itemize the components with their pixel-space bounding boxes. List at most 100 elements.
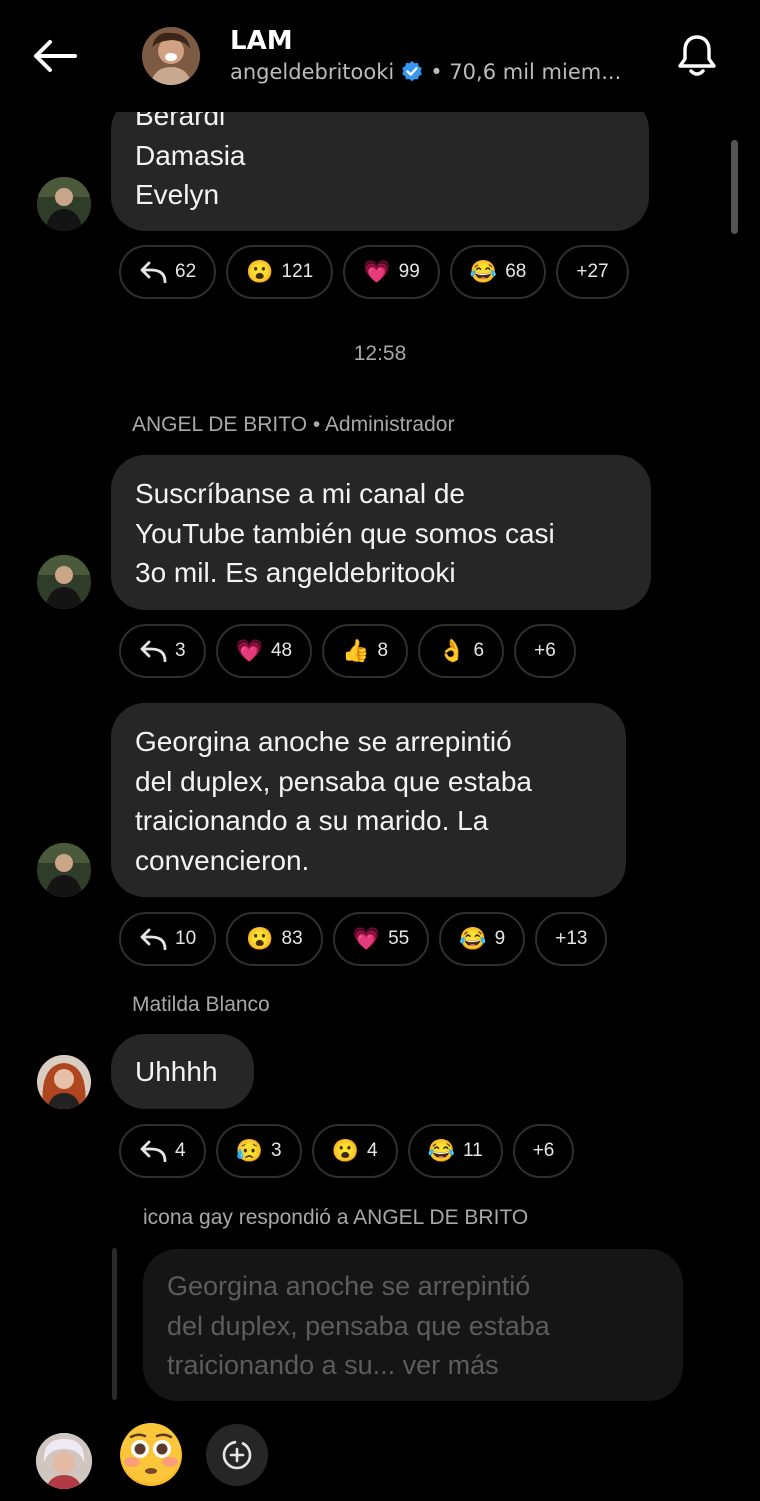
reply-icon <box>139 1140 167 1162</box>
message-line: YouTube también que somos casi <box>135 517 555 549</box>
message-line: Georgina anoche se arrepintió <box>135 726 512 757</box>
chat-header: LAM angeldebritooki • 70,6 mil miem... <box>0 0 760 112</box>
reaction-row: 3 💗 48 👍 8 👌 6 +6 <box>119 624 576 678</box>
sender-avatar[interactable] <box>37 1055 91 1109</box>
reply-label: icona gay respondió a ANGEL DE BRITO <box>143 1206 529 1229</box>
reaction-chip[interactable]: 👍 8 <box>322 624 409 678</box>
reaction-count: 99 <box>398 261 420 282</box>
reaction-chip[interactable]: 😂 9 <box>439 912 526 966</box>
more-reactions-chip[interactable]: +27 <box>556 245 629 299</box>
ok-hand-emoji-icon: 👌 <box>438 638 466 663</box>
timestamp: 12:58 <box>353 342 407 365</box>
message-line: traicionando a su marido. La <box>135 805 489 836</box>
reaction-count: 4 <box>175 1140 186 1161</box>
reaction-count: 10 <box>175 928 197 949</box>
reaction-chip[interactable]: 😮 121 <box>226 245 334 299</box>
add-reaction-button[interactable] <box>206 1424 268 1486</box>
sender-avatar[interactable] <box>37 843 91 897</box>
bell-icon <box>678 35 716 76</box>
scrollbar[interactable] <box>731 140 738 234</box>
sender-name: Matilda Blanco <box>132 993 270 1016</box>
reply-icon <box>139 640 167 662</box>
message-line: Uhhhh <box>135 1056 218 1087</box>
reaction-count: 6 <box>473 640 485 661</box>
reaction-row: 62 😮 121 💗 99 😂 68 +27 <box>119 245 629 299</box>
channel-subtitle[interactable]: angeldebritooki • 70,6 mil miem... <box>230 60 630 84</box>
reply-count-chip[interactable]: 3 <box>119 624 206 678</box>
reaction-chip[interactable]: 😮 83 <box>226 912 323 966</box>
back-button[interactable] <box>28 32 80 80</box>
message-bubble[interactable]: Berardi Damasia Evelyn <box>111 96 649 231</box>
reaction-count: 8 <box>377 640 389 661</box>
sad-relieved-emoji-icon: 😥 <box>235 1138 263 1163</box>
message-line: Suscríbanse a mi canal de <box>135 478 465 509</box>
reaction-count: 48 <box>270 640 293 661</box>
thumbs-up-emoji-icon: 👍 <box>342 638 370 663</box>
reaction-count: 11 <box>462 1140 483 1161</box>
reaction-chip[interactable]: 💗 48 <box>215 624 313 678</box>
reply-icon <box>139 928 167 950</box>
reaction-count: 3 <box>270 1140 282 1161</box>
message-line: Evelyn <box>135 179 220 210</box>
reply-icon <box>139 261 167 283</box>
reaction-count: 68 <box>505 261 527 282</box>
reply-count-chip[interactable]: 4 <box>119 1124 206 1178</box>
quoted-line: Georgina anoche se arrepintió <box>167 1271 531 1301</box>
reaction-count: 9 <box>494 928 506 949</box>
heart-emoji-icon: 💗 <box>235 638 263 663</box>
sender-avatar[interactable] <box>37 177 91 231</box>
message-line: del duplex, pensaba que estaba <box>135 765 532 797</box>
message-bubble[interactable]: Georgina anoche se arrepintió del duplex… <box>111 703 626 897</box>
group-name[interactable]: LAM <box>230 26 293 56</box>
more-reactions-chip[interactable]: +6 <box>514 624 576 678</box>
more-reactions-label: +6 <box>532 1140 555 1161</box>
channel-handle: angeldebritooki <box>230 60 395 84</box>
sender-avatar[interactable] <box>36 1433 92 1489</box>
more-reactions-label: +6 <box>534 640 556 661</box>
reaction-count: 55 <box>388 928 410 949</box>
message-line: convencieron. <box>135 844 310 876</box>
heart-emoji-icon: 💗 <box>352 926 381 951</box>
reaction-count: 83 <box>281 928 303 949</box>
message-line: 3o mil. Es angeldebritooki <box>135 557 456 588</box>
reaction-chip[interactable]: 👌 6 <box>418 624 505 678</box>
quoted-line: del duplex, pensaba que estaba <box>167 1310 550 1341</box>
arrow-left-icon <box>34 40 77 72</box>
group-avatar[interactable] <box>142 27 200 85</box>
more-reactions-chip[interactable]: +13 <box>535 912 608 966</box>
message-bubble[interactable]: Uhhhh <box>111 1034 254 1109</box>
notifications-button[interactable] <box>672 30 722 80</box>
reaction-count: 3 <box>175 640 186 661</box>
quoted-line: traicionando a su... ver más <box>167 1350 499 1380</box>
laughing-emoji-icon: 😂 <box>427 1138 455 1163</box>
laughing-emoji-icon: 😂 <box>469 259 498 284</box>
reply-count-chip[interactable]: 62 <box>119 245 217 299</box>
reaction-chip[interactable]: 😥 3 <box>215 1124 302 1178</box>
more-reactions-label: +27 <box>576 261 609 282</box>
reply-count-chip[interactable]: 10 <box>119 912 217 966</box>
add-emoji-icon <box>222 1440 252 1470</box>
more-reactions-chip[interactable]: +6 <box>512 1124 575 1178</box>
sender-avatar[interactable] <box>37 555 91 609</box>
reaction-count: 121 <box>281 261 314 282</box>
heart-emoji-icon: 💗 <box>363 259 391 284</box>
reaction-chip[interactable]: 😮 4 <box>311 1124 398 1178</box>
astonished-emoji-icon: 😮 <box>246 926 274 951</box>
quoted-message[interactable]: Georgina anoche se arrepintió del duplex… <box>143 1249 683 1401</box>
reaction-chip[interactable]: 💗 99 <box>343 245 440 299</box>
verified-badge-icon <box>400 60 424 84</box>
reaction-row: 10 😮 83 💗 55 😂 9 +13 <box>119 912 608 966</box>
astonished-emoji-icon: 😮 <box>246 259 274 284</box>
laughing-emoji-icon: 😂 <box>459 926 487 951</box>
reaction-count: 4 <box>366 1140 378 1161</box>
message-bubble[interactable]: Suscríbanse a mi canal de YouTube tambié… <box>111 455 651 610</box>
reaction-row: 4 😥 3 😮 4 😂 11 +6 <box>119 1124 575 1178</box>
astonished-emoji-icon: 😮 <box>331 1138 359 1163</box>
reaction-chip[interactable]: 💗 55 <box>332 912 430 966</box>
flushed-face-icon[interactable] <box>118 1422 184 1488</box>
reaction-chip[interactable]: 😂 68 <box>449 245 547 299</box>
sender-name: ANGEL DE BRITO • Administrador <box>132 413 455 436</box>
more-reactions-label: +13 <box>555 928 588 949</box>
message-line: Damasia <box>135 139 246 171</box>
reaction-chip[interactable]: 😂 11 <box>407 1124 503 1178</box>
